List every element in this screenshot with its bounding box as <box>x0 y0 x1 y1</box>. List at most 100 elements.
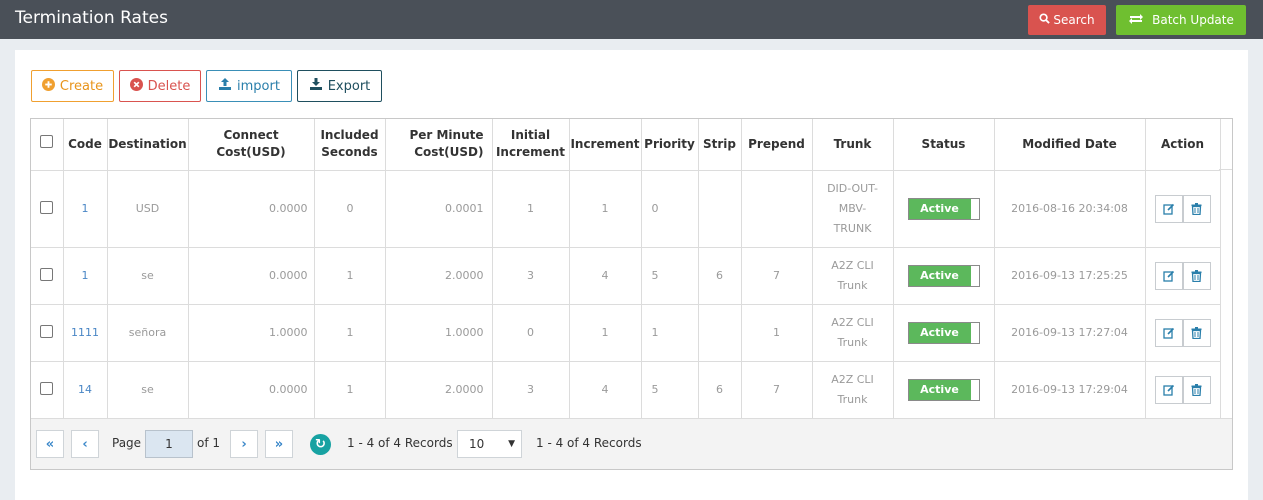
col-priority[interactable]: Priority <box>641 119 699 171</box>
row-checkbox[interactable] <box>40 324 54 338</box>
col-strip[interactable]: Strip <box>698 119 742 171</box>
cell-code[interactable]: 1111 <box>63 304 108 362</box>
col-increment[interactable]: Increment <box>569 119 642 171</box>
chevron-left-icon: ‹ <box>82 436 88 452</box>
delete-button[interactable]: Delete <box>119 70 201 102</box>
cell-per-minute-cost: 2.0000 <box>385 361 493 419</box>
status-label: Active <box>908 198 971 219</box>
cell-initial-increment: 0 <box>492 304 570 362</box>
col-included-line1: Included <box>320 128 379 143</box>
cell-code[interactable]: 14 <box>63 361 108 419</box>
records-info: 1 - 4 of 4 Records <box>347 436 453 450</box>
next-page-button[interactable]: › <box>230 430 258 458</box>
create-button[interactable]: Create <box>31 70 114 102</box>
col-status[interactable]: Status <box>893 119 995 171</box>
double-chevron-right-icon: » <box>274 436 284 452</box>
edit-button[interactable] <box>1154 318 1183 347</box>
refresh-arrows-icon <box>1128 13 1144 28</box>
export-button[interactable]: Export <box>297 70 382 102</box>
chevron-right-icon: › <box>241 436 247 452</box>
top-bar: Termination Rates Search Batch Update <box>0 0 1263 39</box>
trash-button[interactable] <box>1182 375 1211 404</box>
cell-code[interactable]: 1 <box>63 170 108 248</box>
cell-destination: señora <box>107 304 189 362</box>
cell-per-minute-cost: 1.0000 <box>385 304 493 362</box>
cell-status: Active <box>893 304 995 362</box>
cell-strip <box>698 170 742 248</box>
edit-button[interactable] <box>1154 194 1183 223</box>
cell-included-seconds: 1 <box>314 247 386 305</box>
cell-included-seconds: 0 <box>314 170 386 248</box>
table-row: 1 se 0.0000 1 2.0000 3 4 5 6 7 A2Z CLI Trunk Active 2… <box>31 247 1221 305</box>
cell-status: Active <box>893 247 995 305</box>
edit-button[interactable] <box>1154 375 1183 404</box>
col-connect-cost[interactable]: Connect Cost(USD) <box>188 119 315 171</box>
col-trunk[interactable]: Trunk <box>812 119 894 171</box>
cell-priority: 1 <box>641 304 699 362</box>
col-included-seconds[interactable]: Included Seconds <box>314 119 386 171</box>
col-code[interactable]: Code <box>63 119 108 171</box>
first-page-button[interactable]: « <box>36 430 64 458</box>
col-initial-increment[interactable]: Initial Increment <box>492 119 570 171</box>
cell-trunk: DID-OUT- MBV- TRUNK <box>812 170 894 248</box>
refresh-icon: ↻ <box>315 437 326 452</box>
rates-grid: Code Destination Connect Cost(USD) Inclu… <box>30 118 1233 470</box>
search-label: Search <box>1053 13 1095 27</box>
select-all-checkbox[interactable] <box>40 135 54 149</box>
page-number-input[interactable]: 1 <box>145 430 193 458</box>
upload-icon <box>218 77 232 95</box>
cell-priority: 5 <box>641 247 699 305</box>
row-select-cell <box>31 247 64 305</box>
status-toggle[interactable]: Active <box>907 378 980 401</box>
trash-button[interactable] <box>1182 261 1211 290</box>
cell-prepend: 1 <box>741 304 813 362</box>
last-page-button[interactable]: » <box>265 430 293 458</box>
col-modified-date[interactable]: Modified Date <box>994 119 1146 171</box>
cell-increment: 1 <box>569 170 642 248</box>
page-size-select[interactable]: 10 ▼ <box>457 430 522 458</box>
cell-destination: USD <box>107 170 189 248</box>
cell-connect-cost: 0.0000 <box>188 247 315 305</box>
status-label: Active <box>908 379 971 400</box>
status-toggle[interactable]: Active <box>907 264 980 287</box>
cell-priority: 0 <box>641 170 699 248</box>
reload-button[interactable]: ↻ <box>310 434 331 455</box>
import-button[interactable]: import <box>206 70 292 102</box>
batch-update-button[interactable]: Batch Update <box>1116 5 1246 35</box>
row-checkbox[interactable] <box>40 381 54 395</box>
trash-icon <box>1191 269 1202 282</box>
status-toggle[interactable]: Active <box>907 321 980 344</box>
row-checkbox[interactable] <box>40 267 54 281</box>
trunk-line: A2Z CLI <box>831 258 874 272</box>
cell-code[interactable]: 1 <box>63 247 108 305</box>
cell-modified-date: 2016-08-16 20:34:08 <box>994 170 1146 248</box>
table-row: 14 se 0.0000 1 2.0000 3 4 5 6 7 A2Z CLI Trunk Active… <box>31 361 1221 419</box>
trash-button[interactable] <box>1182 318 1211 347</box>
plus-circle-icon <box>41 77 55 95</box>
col-destination[interactable]: Destination <box>107 119 189 171</box>
cell-included-seconds: 1 <box>314 304 386 362</box>
trash-button[interactable] <box>1182 194 1211 223</box>
col-per-minute-line2: Cost(USD) <box>414 145 484 160</box>
search-button[interactable]: Search <box>1028 5 1106 35</box>
edit-icon <box>1162 327 1174 339</box>
cell-increment: 4 <box>569 361 642 419</box>
col-prepend[interactable]: Prepend <box>741 119 813 171</box>
table-row: 1111 señora 1.0000 1 1.0000 0 1 1 1 A2Z CLI Trunk A… <box>31 304 1221 362</box>
col-per-minute-cost[interactable]: Per Minute Cost(USD) <box>385 119 493 171</box>
edit-icon <box>1162 203 1174 215</box>
edit-button[interactable] <box>1154 261 1183 290</box>
download-icon <box>309 77 323 95</box>
status-toggle[interactable]: Active <box>907 197 980 220</box>
row-select-cell <box>31 304 64 362</box>
cell-trunk: A2Z CLI Trunk <box>812 304 894 362</box>
cell-prepend <box>741 170 813 248</box>
col-initial-line1: Initial <box>510 128 551 143</box>
prev-page-button[interactable]: ‹ <box>71 430 99 458</box>
edit-icon <box>1162 270 1174 282</box>
row-checkbox[interactable] <box>40 200 54 214</box>
cell-initial-increment: 3 <box>492 361 570 419</box>
cell-per-minute-cost: 2.0000 <box>385 247 493 305</box>
cell-action <box>1145 247 1221 305</box>
batch-update-label: Batch Update <box>1152 13 1234 27</box>
